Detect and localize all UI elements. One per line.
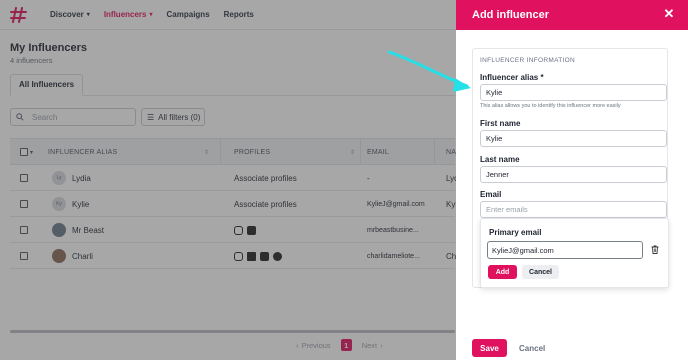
drawer-header: Add influencer ✕ [456, 0, 688, 30]
email-label: Email [480, 190, 502, 199]
primary-email-label: Primary email [489, 228, 542, 237]
last-name-input[interactable]: Jenner [480, 166, 667, 183]
alias-input[interactable]: Kylie [480, 84, 667, 101]
alias-helper-text: This alias allows you to identify this i… [480, 103, 621, 109]
email-input[interactable]: Enter emails [480, 201, 667, 218]
drawer-title: Add influencer [472, 9, 550, 21]
alias-value: Kylie [486, 88, 503, 97]
save-button[interactable]: Save [472, 339, 507, 357]
primary-email-input[interactable]: KylieJ@gmail.com [487, 241, 643, 259]
close-icon[interactable]: ✕ [662, 7, 676, 21]
section-label: INFLUENCER INFORMATION [480, 57, 575, 64]
first-name-label: First name [480, 119, 521, 128]
trash-icon[interactable] [651, 245, 659, 254]
last-name-value: Jenner [486, 170, 509, 179]
cancel-button[interactable]: Cancel [519, 339, 545, 357]
annotation-arrow-icon [387, 50, 471, 92]
cancel-email-button[interactable]: Cancel [522, 265, 559, 279]
alias-label: Influencer alias * [480, 73, 544, 82]
primary-email-value: KylieJ@gmail.com [492, 245, 554, 255]
first-name-value: Kylie [486, 134, 503, 143]
first-name-input[interactable]: Kylie [480, 130, 667, 147]
email-placeholder: Enter emails [486, 205, 528, 214]
add-email-button[interactable]: Add [488, 265, 517, 279]
last-name-label: Last name [480, 155, 520, 164]
